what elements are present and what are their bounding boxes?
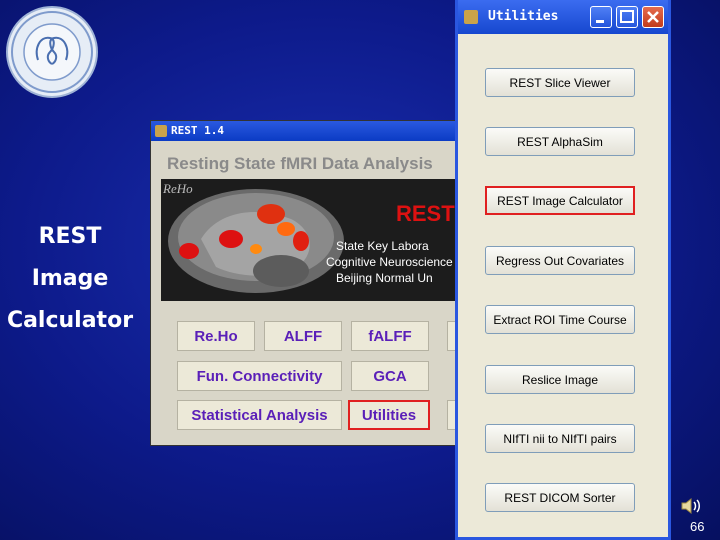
utilities-body: REST Slice Viewer REST AlphaSim REST Ima… — [458, 34, 668, 537]
rest-alphasim-button[interactable]: REST AlphaSim — [485, 127, 635, 156]
rest-window-title: REST 1.4 — [171, 124, 224, 137]
extract-roi-time-course-button[interactable]: Extract ROI Time Course — [485, 305, 635, 334]
utilities-titlebar[interactable]: Utilities — [458, 0, 668, 34]
minimize-icon — [596, 20, 604, 23]
brain-image-panel: ReHo REST State Key Labora Cognitive Neu… — [161, 179, 461, 301]
side-title-line-1: REST — [38, 224, 102, 249]
alff-button[interactable]: ALFF — [264, 321, 342, 351]
close-button[interactable] — [642, 6, 664, 28]
maximize-icon — [620, 10, 634, 23]
rest-image-calculator-button[interactable]: REST Image Calculator — [485, 186, 635, 215]
matlab-icon — [464, 10, 478, 24]
page-number: 66 — [690, 519, 705, 534]
reho-logo-text: ReHo — [163, 181, 193, 196]
side-title-line-3: Calculator — [6, 308, 134, 333]
statistical-analysis-button[interactable]: Statistical Analysis — [177, 400, 342, 430]
matlab-icon — [155, 125, 167, 137]
reho-button[interactable]: Re.Ho — [177, 321, 255, 351]
university-logo — [6, 6, 98, 98]
minimize-button[interactable] — [590, 6, 612, 28]
falff-button[interactable]: fALFF — [351, 321, 429, 351]
regress-out-covariates-button[interactable]: Regress Out Covariates — [485, 246, 635, 275]
rest-slice-viewer-button[interactable]: REST Slice Viewer — [485, 68, 635, 97]
rest-main-window: REST 1.4 Resting State fMRI Data Analysi… — [150, 120, 470, 446]
brain-panel-line-1: State Key Labora — [336, 239, 429, 253]
rest-header-text: Resting State fMRI Data Analysis — [167, 154, 433, 173]
functional-connectivity-button[interactable]: Fun. Connectivity — [177, 361, 342, 391]
nifti-convert-button[interactable]: NIfTI nii to NIfTI pairs — [485, 424, 635, 453]
rest-dicom-sorter-button[interactable]: REST DICOM Sorter — [485, 483, 635, 512]
brain-panel-line-3: Beijing Normal Un — [336, 271, 433, 285]
side-title-line-2: Image — [31, 266, 109, 291]
speaker-icon[interactable] — [680, 496, 702, 516]
rest-window-titlebar[interactable]: REST 1.4 — [151, 121, 469, 141]
brain-panel-title: REST — [396, 201, 455, 226]
maximize-button[interactable] — [616, 6, 638, 28]
utilities-button[interactable]: Utilities — [348, 400, 430, 430]
brain-panel-line-2: Cognitive Neuroscience — [326, 255, 453, 269]
utilities-window: Utilities REST Slice Viewer REST AlphaSi… — [455, 0, 671, 540]
gca-button[interactable]: GCA — [351, 361, 429, 391]
utilities-window-title: Utilities — [488, 9, 559, 24]
reslice-image-button[interactable]: Reslice Image — [485, 365, 635, 394]
close-icon — [647, 11, 659, 23]
